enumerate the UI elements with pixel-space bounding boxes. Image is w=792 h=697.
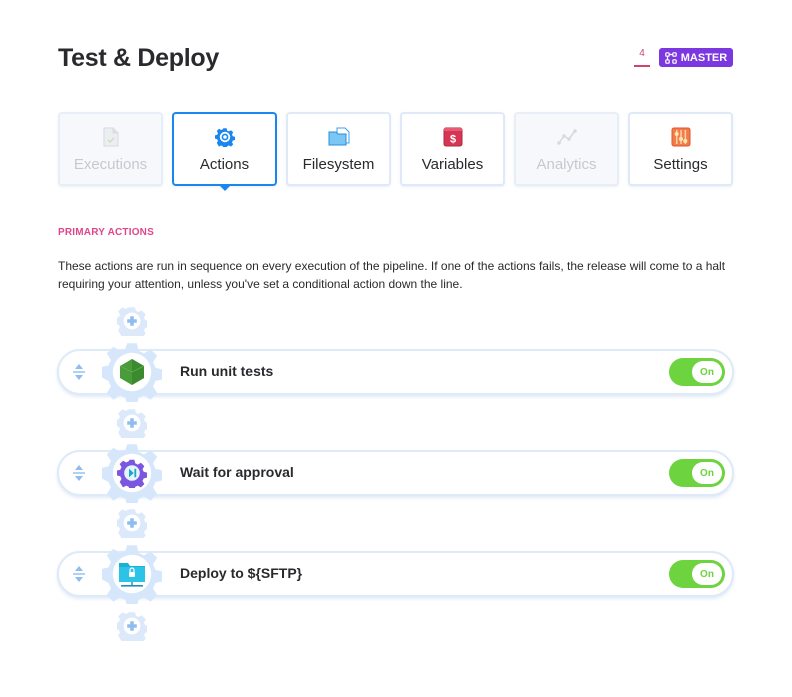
branch-count-underline	[634, 65, 650, 67]
chart-line-icon	[556, 126, 578, 148]
tab-actions[interactable]: Actions	[172, 112, 277, 191]
tab-executions[interactable]: Executions	[58, 112, 163, 186]
add-action-button[interactable]	[117, 508, 147, 538]
gear-icon	[214, 126, 236, 148]
branch-count[interactable]: 4	[634, 48, 650, 59]
svg-text:$: $	[449, 134, 455, 146]
tab-label: Actions	[199, 156, 250, 173]
branch-badge[interactable]: MASTER	[659, 48, 733, 67]
tab-label: Variables	[421, 156, 484, 173]
section-description: These actions are run in sequence on eve…	[58, 259, 726, 291]
action-toggle[interactable]: On	[669, 358, 725, 386]
drag-handle-icon[interactable]	[72, 464, 86, 482]
tab-label: Executions	[73, 156, 148, 173]
add-action-button[interactable]	[117, 306, 147, 336]
sftp-folder-icon	[119, 563, 145, 587]
toggle-knob: On	[692, 462, 722, 484]
section-label: PRIMARY ACTIONS	[58, 227, 154, 238]
document-check-icon	[100, 126, 122, 148]
add-action-button[interactable]	[117, 408, 147, 438]
add-action-button[interactable]	[117, 611, 147, 641]
page-title: Test & Deploy	[58, 44, 219, 72]
sliders-icon	[670, 126, 692, 148]
tab-bar: Executions Actions Filesystem $ Variable…	[58, 112, 733, 191]
toggle-knob: On	[692, 563, 722, 585]
action-name: Deploy to ${SFTP}	[180, 565, 303, 581]
drag-handle-icon[interactable]	[72, 565, 86, 583]
nodejs-icon	[119, 359, 145, 385]
tab-analytics[interactable]: Analytics	[514, 112, 619, 186]
tab-settings[interactable]: Settings	[628, 112, 733, 186]
tab-filesystem[interactable]: Filesystem	[286, 112, 391, 186]
folder-icon	[328, 126, 350, 148]
toggle-knob: On	[692, 361, 722, 383]
tab-variables[interactable]: $ Variables	[400, 112, 505, 186]
branch-icon	[664, 51, 677, 64]
action-name: Wait for approval	[180, 464, 294, 480]
drag-handle-icon[interactable]	[72, 363, 86, 381]
approval-icon	[117, 459, 147, 488]
action-toggle[interactable]: On	[669, 560, 725, 588]
tab-label: Filesystem	[302, 156, 375, 173]
dollar-icon: $	[442, 126, 464, 148]
action-name: Run unit tests	[180, 363, 274, 379]
branch-name: MASTER	[680, 51, 728, 64]
tab-label: Settings	[653, 156, 708, 173]
tab-label: Analytics	[536, 156, 597, 173]
action-toggle[interactable]: On	[669, 459, 725, 487]
